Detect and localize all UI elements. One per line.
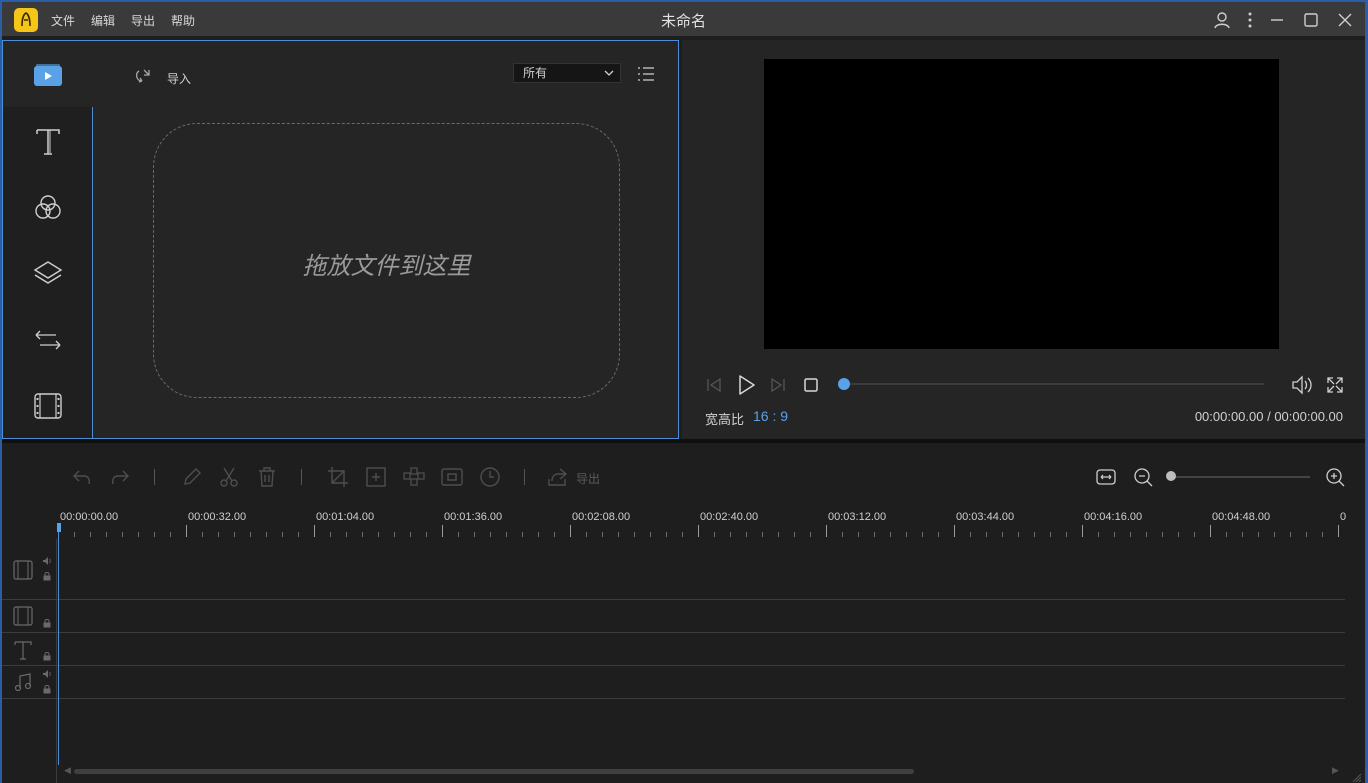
aspect-ratio-value[interactable]: 16 : 9	[753, 408, 788, 424]
play-icon[interactable]	[734, 373, 758, 397]
text-icon[interactable]	[32, 125, 64, 157]
overlay-icon[interactable]	[32, 257, 64, 289]
horizontal-scrollbar[interactable]	[74, 769, 914, 774]
video-track-icon	[12, 559, 34, 581]
speaker-icon[interactable]	[42, 556, 52, 566]
title-bar: 文件 编辑 导出 帮助 未命名	[2, 2, 1365, 36]
ruler-time-label: 00:02:08.00	[572, 511, 631, 523]
menu-edit[interactable]: 编辑	[91, 12, 115, 29]
scroll-right-arrow[interactable]: ▶	[1332, 765, 1339, 776]
drop-zone-text: 拖放文件到这里	[302, 253, 471, 280]
import-label: 导入	[167, 72, 192, 86]
pip-track-icon	[12, 605, 34, 627]
app-logo-icon	[14, 8, 38, 32]
music-track-icon	[12, 671, 34, 693]
zoom-clip-icon[interactable]	[364, 465, 388, 489]
ruler-time-label: 00:03:44.00	[956, 511, 1015, 523]
scroll-left-arrow[interactable]: ◀	[64, 765, 71, 776]
toolbar-separator	[301, 469, 302, 485]
speaker-icon[interactable]	[42, 669, 52, 679]
track-divider	[2, 665, 1345, 666]
next-frame-icon[interactable]	[768, 375, 788, 395]
fullscreen-icon[interactable]	[1325, 375, 1345, 395]
zoom-in-icon[interactable]	[1323, 465, 1347, 489]
time-ruler[interactable]: 00:00:00.00 00:00:32.00 00:01:04.00 00:01:3…	[58, 503, 1347, 539]
undo-icon[interactable]	[70, 465, 94, 489]
volume-icon[interactable]	[1290, 374, 1314, 396]
zoom-out-icon[interactable]	[1131, 465, 1155, 489]
export-label[interactable]: 导出	[576, 470, 600, 487]
preview-panel: 宽高比 16 : 9 00:00:00.00 / 00:00:00.00	[682, 40, 1365, 439]
menu-help[interactable]: 帮助	[171, 12, 195, 29]
time-readout: 00:00:00.00 / 00:00:00.00	[1194, 409, 1343, 424]
ruler-time-label: 00:01:04.00	[316, 511, 375, 523]
playhead-handle[interactable]	[57, 523, 61, 532]
toolbar-separator	[524, 469, 525, 485]
account-icon[interactable]	[1212, 10, 1232, 30]
export-share-icon[interactable]	[546, 465, 570, 489]
ruler-time-label: 00:04:16.00	[1084, 511, 1143, 523]
video-preview	[764, 59, 1279, 349]
app-window: 文件 编辑 导出 帮助 未命名 导入 所有 拖放文件到这里 宽高比 16: 9…	[2, 2, 1365, 783]
track-divider	[2, 599, 1345, 600]
zoom-slider-thumb[interactable]	[1166, 471, 1176, 481]
media-panel: 导入 所有 拖放文件到这里	[2, 40, 679, 439]
ruler-time-label: 00:03:12.00	[828, 511, 887, 523]
edit-pencil-icon[interactable]	[180, 465, 204, 489]
track-divider	[2, 632, 1345, 633]
redo-icon[interactable]	[108, 465, 132, 489]
media-filter-select[interactable]: 所有	[513, 63, 621, 83]
scissors-icon[interactable]	[217, 465, 241, 489]
timeline-panel: 导出 00:00:00.00 00:00:32.00 00:01:04.00 00:0…	[2, 443, 1365, 783]
resize-grip-icon[interactable]	[1352, 773, 1362, 783]
filter-icon[interactable]	[32, 192, 64, 224]
menu-file[interactable]: 文件	[51, 12, 75, 29]
progress-thumb[interactable]	[838, 378, 850, 390]
lock-icon[interactable]	[42, 684, 52, 694]
minimize-icon[interactable]	[1267, 10, 1287, 30]
chevron-down-icon	[604, 70, 614, 76]
duration-icon[interactable]	[478, 465, 502, 489]
side-tab-bar	[3, 41, 94, 438]
lock-icon[interactable]	[42, 618, 52, 628]
media-icon[interactable]	[32, 61, 64, 93]
playhead-line[interactable]	[58, 525, 59, 765]
window-title: 未命名	[660, 13, 706, 30]
ruler-time-label: 00:02:40.00	[700, 511, 759, 523]
close-icon[interactable]	[1335, 10, 1355, 30]
import-icon	[135, 69, 150, 83]
maximize-icon[interactable]	[1301, 10, 1321, 30]
ruler-ticks	[58, 525, 1339, 537]
freeze-frame-icon[interactable]	[440, 465, 464, 489]
prev-frame-icon[interactable]	[704, 375, 724, 395]
ruler-time-label: 00:04:48.00	[1212, 511, 1271, 523]
lock-icon[interactable]	[42, 571, 52, 581]
lock-icon[interactable]	[42, 651, 52, 661]
more-options-icon[interactable]	[1240, 10, 1260, 30]
stop-icon[interactable]	[803, 377, 819, 393]
zoom-slider-track[interactable]	[1172, 476, 1310, 478]
ruler-time-label: 00:01:36.00	[444, 511, 503, 523]
ruler-time-label: 00:00:32.00	[188, 511, 247, 523]
toolbar-separator	[154, 469, 155, 485]
menu-export[interactable]: 导出	[131, 12, 155, 29]
aspect-ratio-label: 宽高比	[705, 412, 745, 427]
text-track-icon	[12, 639, 34, 661]
transition-icon[interactable]	[32, 324, 64, 356]
crop-icon[interactable]	[326, 465, 350, 489]
delete-icon[interactable]	[255, 465, 279, 489]
filter-selected-value: 所有	[523, 66, 548, 80]
ruler-time-label: 0	[1340, 511, 1347, 523]
drop-zone[interactable]: 拖放文件到这里	[153, 123, 620, 398]
fit-width-icon[interactable]	[1094, 465, 1118, 489]
ruler-time-label: 00:00:00.00	[60, 511, 119, 523]
mosaic-icon[interactable]	[402, 465, 426, 489]
list-view-icon[interactable]	[636, 65, 656, 83]
progress-track[interactable]	[844, 383, 1264, 385]
film-icon[interactable]	[32, 390, 64, 422]
track-divider	[2, 698, 1345, 699]
